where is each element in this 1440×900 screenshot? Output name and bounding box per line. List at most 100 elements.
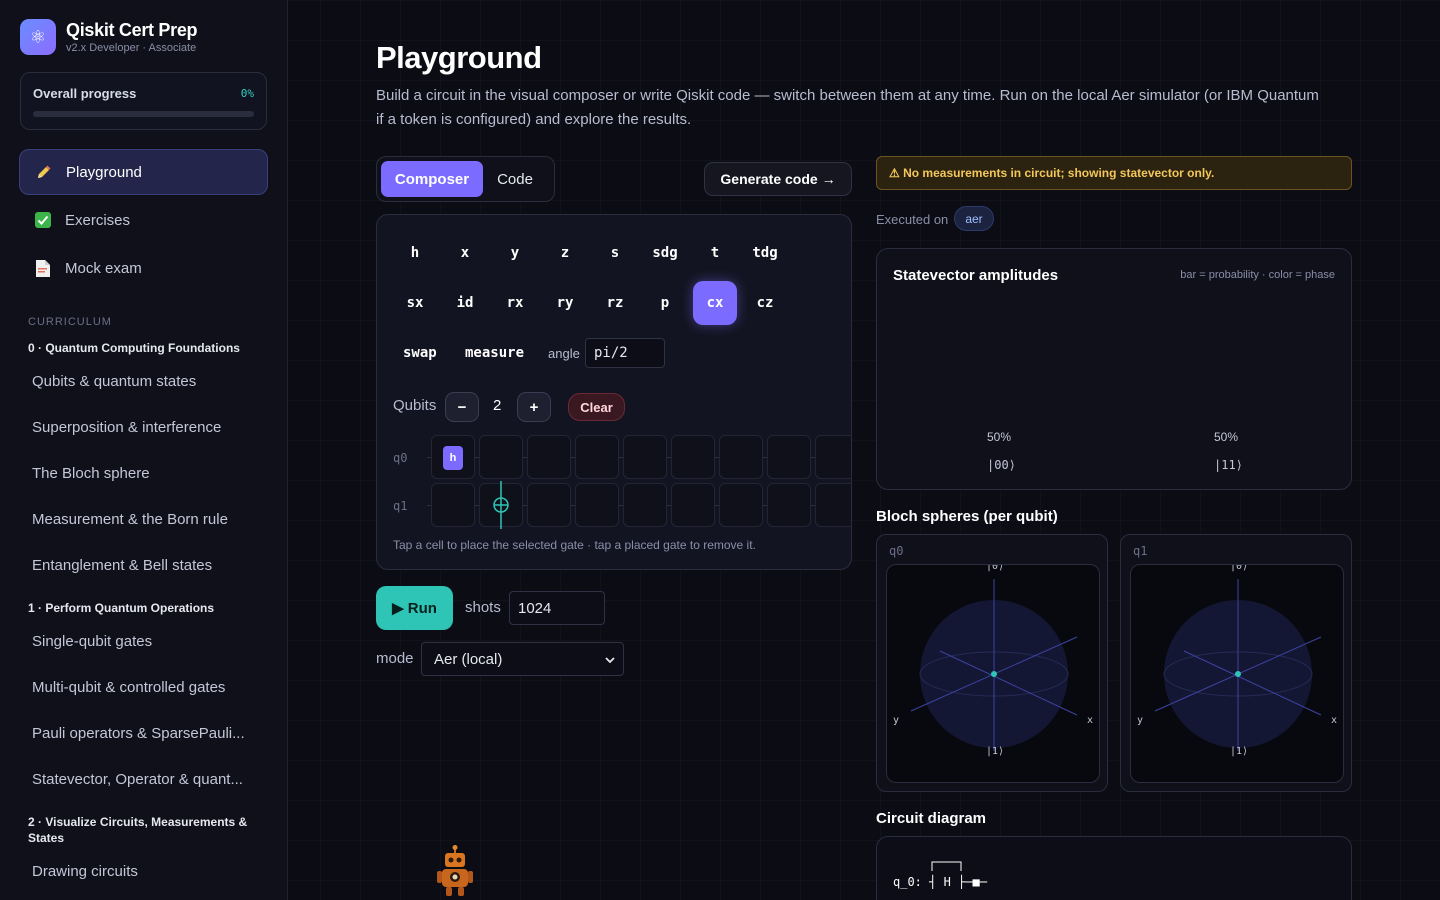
gate-button-rz[interactable]: rz	[593, 281, 637, 325]
gate-button-sdg[interactable]: sdg	[643, 231, 687, 275]
lesson-item[interactable]: Superposition & interference	[32, 419, 221, 436]
nav-item-playground[interactable]: Playground	[19, 149, 268, 195]
circuit-cell[interactable]	[479, 435, 523, 479]
circuit-cell[interactable]	[431, 483, 475, 527]
tab-composer[interactable]: Composer	[381, 161, 483, 197]
circuit-cell[interactable]	[671, 435, 715, 479]
circuit-cell[interactable]	[815, 435, 851, 479]
mode-label: mode	[376, 650, 414, 667]
circuit-cell[interactable]	[719, 483, 763, 527]
brand-title: Qiskit Cert Prep	[66, 20, 198, 40]
gate-button-sx[interactable]: sx	[393, 281, 437, 325]
wire-label-q0: q0	[393, 451, 408, 465]
page-title: Playground	[376, 40, 542, 75]
gate-button-ry[interactable]: ry	[543, 281, 587, 325]
lesson-item[interactable]: Drawing circuits	[32, 863, 138, 880]
lesson-item[interactable]: The Bloch sphere	[32, 465, 150, 482]
document-icon	[34, 259, 51, 277]
lesson-item[interactable]: Statevector, Operator & quant...	[32, 771, 243, 788]
generate-code-button[interactable]: Generate code →	[704, 162, 852, 196]
lesson-item[interactable]: Pauli operators & SparsePauli...	[32, 725, 245, 742]
bloch-x-label: x	[1331, 715, 1338, 726]
amplitude-state: |00⟩	[987, 458, 1016, 472]
bloch-qubit-label: q0	[889, 544, 904, 558]
add-qubit-button[interactable]: +	[517, 392, 551, 422]
sidebar: ⚛ Qiskit Cert Prep v2.x Developer · Asso…	[0, 0, 288, 900]
gate-button-measure[interactable]: measure	[455, 331, 534, 375]
lesson-item[interactable]: Multi-qubit & controlled gates	[32, 679, 225, 696]
circuit-cell[interactable]	[623, 435, 667, 479]
gate-button-swap[interactable]: swap	[393, 331, 447, 375]
nav-item-mock-exam[interactable]: Mock exam	[19, 245, 268, 291]
gate-button-h[interactable]: h	[393, 231, 437, 275]
executed-on-label: Executed on	[876, 212, 949, 227]
bloch-section-title: Bloch spheres (per qubit)	[876, 508, 1058, 525]
mode-select[interactable]: Aer (local)	[421, 642, 624, 676]
angle-input[interactable]: pi/2	[585, 338, 665, 368]
curriculum-heading: CURRICULUM	[28, 316, 112, 328]
shots-input[interactable]: 1024	[509, 591, 605, 625]
circuit-cell[interactable]	[671, 483, 715, 527]
wire-label-q1: q1	[393, 499, 408, 513]
lesson-item[interactable]: Qubits & quantum states	[32, 373, 196, 390]
gate-button-tdg[interactable]: tdg	[743, 231, 787, 275]
amplitude-pct: 50%	[987, 430, 1012, 444]
gate-button-x[interactable]: x	[443, 231, 487, 275]
gate-button-t[interactable]: t	[693, 231, 737, 275]
gate-button-rx[interactable]: rx	[493, 281, 537, 325]
progress-track	[33, 111, 254, 117]
circuit-cell[interactable]	[527, 483, 571, 527]
statevector-note: bar = probability · color = phase	[1180, 269, 1335, 281]
brand[interactable]: ⚛ Qiskit Cert Prep v2.x Developer · Asso…	[20, 19, 198, 55]
bloch-y-label: y	[893, 715, 900, 726]
circuit-cell[interactable]	[575, 435, 619, 479]
run-button[interactable]: ▶ Run	[376, 586, 453, 630]
remove-qubit-button[interactable]: −	[445, 392, 479, 422]
bloch-bottom-label: |1⟩	[986, 746, 1005, 757]
circuit-cell[interactable]	[623, 483, 667, 527]
clear-button[interactable]: Clear	[568, 393, 625, 421]
bloch-bottom-label: |1⟩	[1230, 746, 1249, 757]
gate-button-cz[interactable]: cz	[743, 281, 787, 325]
lesson-item[interactable]: Measurement & the Born rule	[32, 511, 228, 528]
circuit-cell[interactable]	[767, 435, 811, 479]
statevector-panel: Statevector amplitudes bar = probability…	[876, 248, 1352, 490]
mode-tabs: Composer Code	[376, 156, 555, 202]
circuit-cell[interactable]	[719, 435, 763, 479]
section-heading: 1 · Perform Quantum Operations	[28, 601, 215, 615]
bloch-qubit-label: q1	[1133, 544, 1148, 558]
gate-button-cx[interactable]: cx	[693, 281, 737, 325]
checkbox-icon	[34, 212, 51, 229]
nav-label: Playground	[66, 163, 142, 181]
gate-button-z[interactable]: z	[543, 231, 587, 275]
statevector-title: Statevector amplitudes	[893, 267, 1059, 284]
qubit-count: 2	[493, 397, 502, 414]
bloch-card-q0: q0 |0⟩ |1⟩ y x	[876, 534, 1108, 792]
diagram-box-top	[931, 861, 962, 871]
pencil-icon	[35, 164, 52, 181]
circuit-cell[interactable]	[527, 435, 571, 479]
cnot-target-icon[interactable]	[481, 481, 521, 529]
section-heading: 0 · Quantum Computing Foundations	[28, 341, 240, 355]
placed-gate-h[interactable]: h	[443, 446, 463, 470]
amplitude-state: |11⟩	[1214, 458, 1243, 472]
circuit-cell[interactable]	[815, 483, 851, 527]
progress-label: Overall progress	[33, 86, 137, 101]
progress-value: 0%	[240, 87, 254, 100]
nav-label: Mock exam	[65, 259, 142, 277]
backend-badge: aer	[954, 206, 994, 231]
tab-code[interactable]: Code	[483, 161, 547, 197]
gate-button-p[interactable]: p	[643, 281, 687, 325]
bloch-y-label: y	[1137, 715, 1144, 726]
mode-select-value: Aer (local)	[434, 650, 503, 668]
robot-mascot-icon[interactable]	[436, 845, 474, 897]
gate-button-s[interactable]: s	[593, 231, 637, 275]
gate-button-y[interactable]: y	[493, 231, 537, 275]
circuit-cell[interactable]	[575, 483, 619, 527]
nav-item-exercises[interactable]: Exercises	[19, 197, 268, 243]
gate-button-id[interactable]: id	[443, 281, 487, 325]
bloch-top-label: |0⟩	[1230, 564, 1249, 572]
lesson-item[interactable]: Single-qubit gates	[32, 633, 152, 650]
circuit-cell[interactable]	[767, 483, 811, 527]
lesson-item[interactable]: Entanglement & Bell states	[32, 557, 212, 574]
